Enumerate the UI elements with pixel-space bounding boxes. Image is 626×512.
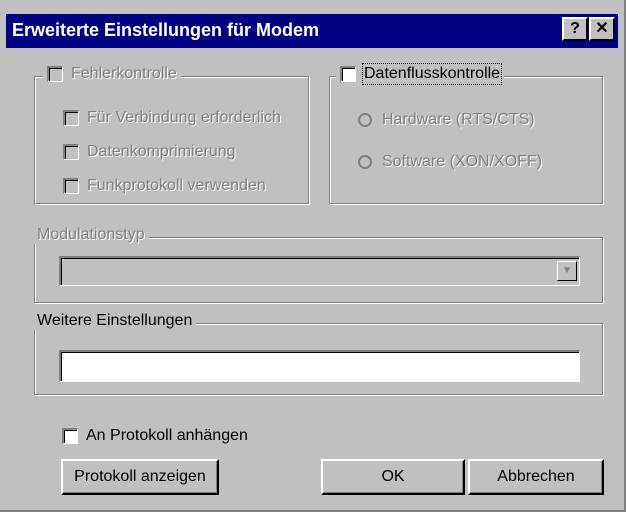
flow-control-legend[interactable]: Datenflusskontrolle [336,63,505,85]
error-control-label: Fehlerkontrolle [71,65,177,82]
software-label: Software (XON/XOFF) [382,153,543,170]
title-bar[interactable]: Erweiterte Einstellungen für Modem ? ✕ [6,14,618,48]
modulation-dropdown[interactable]: ▼ [59,256,580,286]
data-compression-label: Datenkomprimierung [87,143,236,160]
close-button[interactable]: ✕ [589,17,615,41]
extra-settings-input[interactable] [59,350,580,382]
software-radio[interactable] [358,155,372,169]
option-hardware-flow[interactable]: Hardware (RTS/CTS) [358,111,535,129]
window-title: Erweiterte Einstellungen für Modem [12,20,320,40]
modem-advanced-settings-dialog: Erweiterte Einstellungen für Modem ? ✕ F… [0,0,626,512]
required-for-connection-checkbox[interactable] [63,110,79,126]
extra-settings-legend: Weitere Einstellungen [33,312,197,330]
append-log-label: An Protokoll anhängen [86,427,248,444]
cancel-button[interactable]: Abbrechen [468,459,604,495]
error-control-group: Fehlerkontrolle Für Verbindung erforderl… [34,65,309,204]
option-data-compression[interactable]: Datenkomprimierung [63,143,236,161]
radio-protocol-checkbox[interactable] [63,178,79,194]
append-log-option[interactable]: An Protokoll anhängen [62,427,248,445]
error-control-legend[interactable]: Fehlerkontrolle [43,65,181,83]
option-software-flow[interactable]: Software (XON/XOFF) [358,153,542,171]
hardware-radio[interactable] [358,113,372,127]
help-button[interactable]: ? [562,17,588,41]
required-for-connection-label: Für Verbindung erforderlich [87,109,281,126]
error-control-checkbox[interactable] [47,66,63,82]
radio-protocol-label: Funkprotokoll verwenden [87,177,266,194]
modulation-legend: Modulationstyp [33,226,149,244]
append-log-checkbox[interactable] [62,428,78,444]
hardware-label: Hardware (RTS/CTS) [382,111,535,128]
view-log-button[interactable]: Protokoll anzeigen [61,459,219,495]
extra-settings-group: Weitere Einstellungen [33,312,603,395]
chevron-down-icon[interactable]: ▼ [557,261,577,281]
flow-control-label: Datenflusskontrolle [361,63,503,85]
option-radio-protocol[interactable]: Funkprotokoll verwenden [63,177,266,195]
option-required-for-connection[interactable]: Für Verbindung erforderlich [63,109,281,127]
data-compression-checkbox[interactable] [63,144,79,160]
flow-control-checkbox[interactable] [340,66,356,82]
flow-control-group: Datenflusskontrolle Hardware (RTS/CTS) S… [329,63,603,204]
ok-button[interactable]: OK [321,459,465,495]
modulation-group: Modulationstyp ▼ [33,226,603,303]
